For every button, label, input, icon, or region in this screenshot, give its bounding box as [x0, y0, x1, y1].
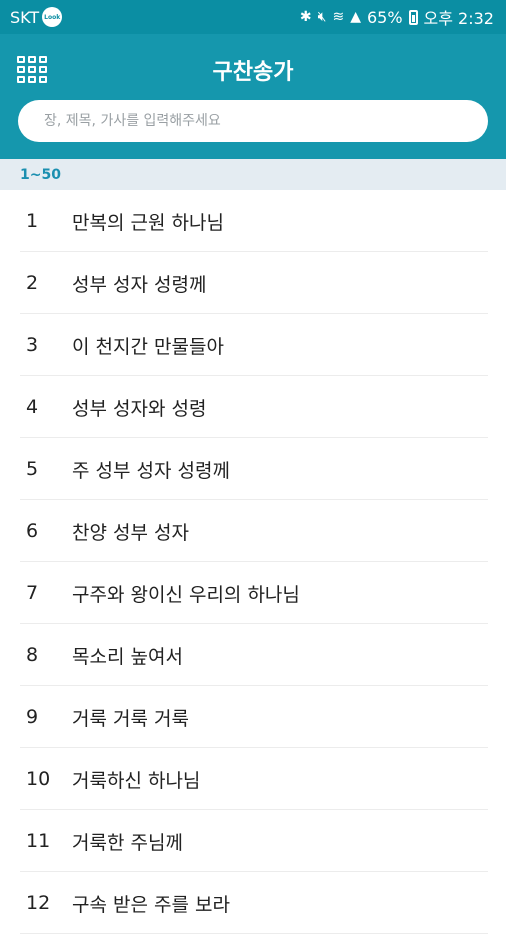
list-item[interactable]: 6 찬양 성부 성자 [0, 500, 506, 562]
status-bar: SKT Look ✱ 🔇︎ ≋ ▲ 65% 오후 2:32 [0, 0, 506, 34]
search-input[interactable] [18, 100, 488, 142]
hymn-number: 10 [26, 768, 51, 790]
carrier-logo-icon: Look [42, 7, 63, 27]
wifi-icon: ≋ [332, 9, 345, 25]
hymn-title: 찬양 성부 성자 [72, 521, 189, 544]
section-label: 1~50 [20, 166, 61, 183]
list-item[interactable]: 4 성부 성자와 성령 [0, 376, 506, 438]
list-item[interactable]: 2 성부 성자 성령께 [0, 252, 506, 314]
hymn-title: 거룩 거룩 거룩 [72, 707, 189, 730]
hymn-number: 1 [26, 210, 39, 232]
hymn-number: 9 [26, 706, 39, 728]
list-item[interactable]: 11 거룩한 주님께 [0, 810, 506, 872]
hymn-title: 주 성부 성자 성령께 [72, 459, 230, 482]
list-item[interactable]: 8 목소리 높여서 [0, 624, 506, 686]
list-item[interactable]: 10 거룩하신 하나님 [0, 748, 506, 810]
list-item[interactable]: 1 만복의 근원 하나님 [0, 190, 506, 252]
hymn-number: 7 [26, 582, 39, 604]
list-item[interactable]: 9 거룩 거룩 거룩 [0, 686, 506, 748]
mute-icon: 🔇︎ [317, 9, 327, 25]
hymn-number: 3 [26, 334, 39, 356]
hymn-number: 5 [26, 458, 39, 480]
hymn-title: 구주와 왕이신 우리의 하나님 [72, 583, 300, 606]
hymn-number: 4 [26, 396, 39, 418]
hymn-title: 만복의 근원 하나님 [72, 211, 224, 234]
hymn-number: 12 [26, 892, 51, 914]
hymn-title: 구속 받은 주를 보라 [72, 893, 230, 916]
hymn-number: 11 [26, 830, 51, 852]
signal-icon: ▲ [350, 9, 361, 25]
battery-percent: 65% [366, 7, 403, 27]
clock: 오후 2:32 [423, 9, 494, 28]
list-item[interactable]: 3 이 천지간 만물들아 [0, 314, 506, 376]
section-header: 1~50 [0, 159, 506, 190]
status-icons: ✱ 🔇︎ ≋ ▲ 65% 오후 2:32 [300, 5, 494, 29]
hymn-title: 성부 성자 성령께 [72, 273, 207, 296]
carrier: SKT Look [10, 7, 63, 27]
hymn-title: 거룩한 주님께 [72, 831, 183, 854]
app-header: 구찬송가 [0, 34, 506, 159]
hymn-title: 거룩하신 하나님 [72, 769, 201, 792]
list-item[interactable]: 12 구속 받은 주를 보라 [0, 872, 506, 934]
battery-icon [408, 9, 418, 25]
hymn-number: 8 [26, 644, 39, 666]
hymn-number: 6 [26, 520, 39, 542]
list-item[interactable]: 7 구주와 왕이신 우리의 하나님 [0, 562, 506, 624]
hymn-number: 2 [26, 272, 39, 294]
hymn-title: 성부 성자와 성령 [72, 397, 207, 420]
hymn-title: 목소리 높여서 [72, 645, 183, 668]
carrier-name: SKT [10, 7, 40, 27]
page-title: 구찬송가 [212, 60, 294, 85]
list-item[interactable]: 5 주 성부 성자 성령께 [0, 438, 506, 500]
hymn-list: 1 만복의 근원 하나님 2 성부 성자 성령께 3 이 천지간 만물들아 4 성부 성자와 … [0, 190, 506, 934]
hymn-title: 이 천지간 만물들아 [72, 335, 224, 358]
bluetooth-icon: ✱ [299, 9, 312, 25]
